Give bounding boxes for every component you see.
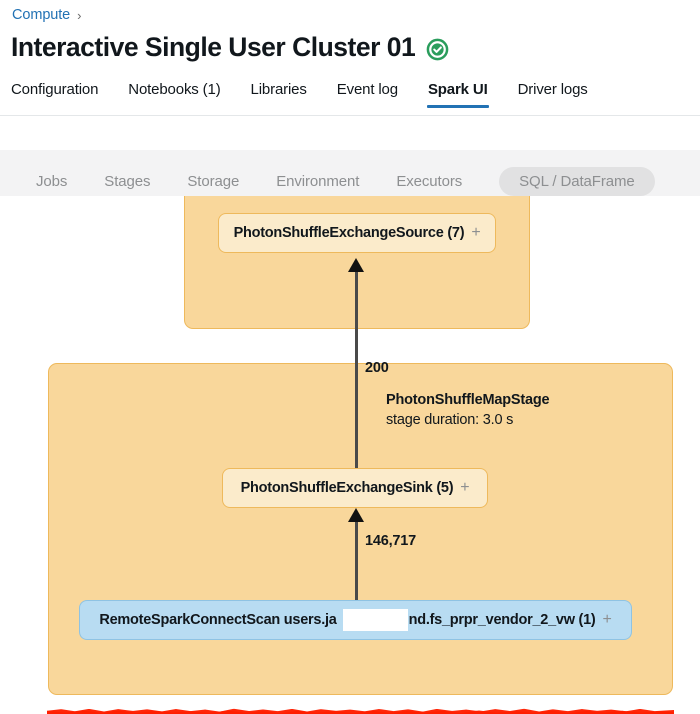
subnav-item-sql-dataframe[interactable]: SQL / DataFrame (499, 166, 655, 196)
tabbar-divider (0, 115, 700, 116)
node-sink-label: PhotonShuffleExchangeSink (5) (240, 480, 454, 496)
edge-line-sink-to-source (355, 272, 358, 468)
spark-subnav: Jobs Stages Storage Environment Executor… (0, 166, 700, 196)
red-annotation-line (47, 708, 674, 714)
stage-container-photon-shuffle-map-stage (48, 363, 673, 695)
tab-libraries[interactable]: Libraries (251, 78, 307, 108)
tab-event-log[interactable]: Event log (337, 78, 398, 108)
redaction-block (343, 609, 408, 631)
subnav-item-stages[interactable]: Stages (104, 173, 150, 190)
edge-line-scan-to-sink (355, 522, 358, 600)
stage-label-block: PhotonShuffleMapStage stage duration: 3.… (386, 392, 550, 428)
stage-duration: stage duration: 3.0 s (386, 412, 514, 428)
node-sink-expand-icon[interactable]: + (460, 480, 469, 496)
subnav-item-executors[interactable]: Executors (396, 173, 462, 190)
subnav-item-storage[interactable]: Storage (187, 173, 239, 190)
page-title: Interactive Single User Cluster 01 (11, 32, 416, 62)
check-circle-icon (426, 38, 449, 60)
node-scan-label-suffix: nd.fs_prpr_vendor_2_vw (1) (408, 612, 596, 628)
spark-query-plan-graph: PhotonShuffleMapStage stage duration: 3.… (0, 196, 700, 714)
node-photon-shuffle-exchange-sink[interactable]: PhotonShuffleExchangeSink (5) + (222, 468, 488, 508)
chevron-right-icon: › (77, 7, 82, 23)
subnav-item-jobs[interactable]: Jobs (36, 173, 67, 190)
tab-notebooks[interactable]: Notebooks (1) (128, 78, 220, 108)
edge-label-146717: 146,717 (365, 533, 417, 549)
edge-arrowhead-scan-to-sink (348, 508, 364, 522)
cluster-tabbar: Configuration Notebooks (1) Libraries Ev… (0, 78, 700, 116)
tab-spark-ui[interactable]: Spark UI (426, 78, 489, 108)
node-photon-shuffle-exchange-source[interactable]: PhotonShuffleExchangeSource (7) + (218, 213, 496, 253)
node-scan-expand-icon[interactable]: + (603, 612, 612, 628)
tab-configuration[interactable]: Configuration (11, 78, 98, 108)
breadcrumb-link-compute[interactable]: Compute (12, 7, 70, 23)
node-scan-label-prefix: RemoteSparkConnectScan users.ja (99, 612, 337, 628)
node-source-expand-icon[interactable]: + (471, 225, 480, 241)
edge-arrowhead-sink-to-source (348, 258, 364, 272)
node-source-label: PhotonShuffleExchangeSource (7) (233, 225, 465, 241)
tab-driver-logs[interactable]: Driver logs (518, 78, 588, 108)
subnav-item-environment[interactable]: Environment (276, 173, 359, 190)
breadcrumb: Compute › (12, 7, 81, 23)
page-title-row: Interactive Single User Cluster 01 (11, 32, 449, 62)
stage-name: PhotonShuffleMapStage (386, 392, 550, 408)
edge-label-200: 200 (365, 360, 389, 376)
